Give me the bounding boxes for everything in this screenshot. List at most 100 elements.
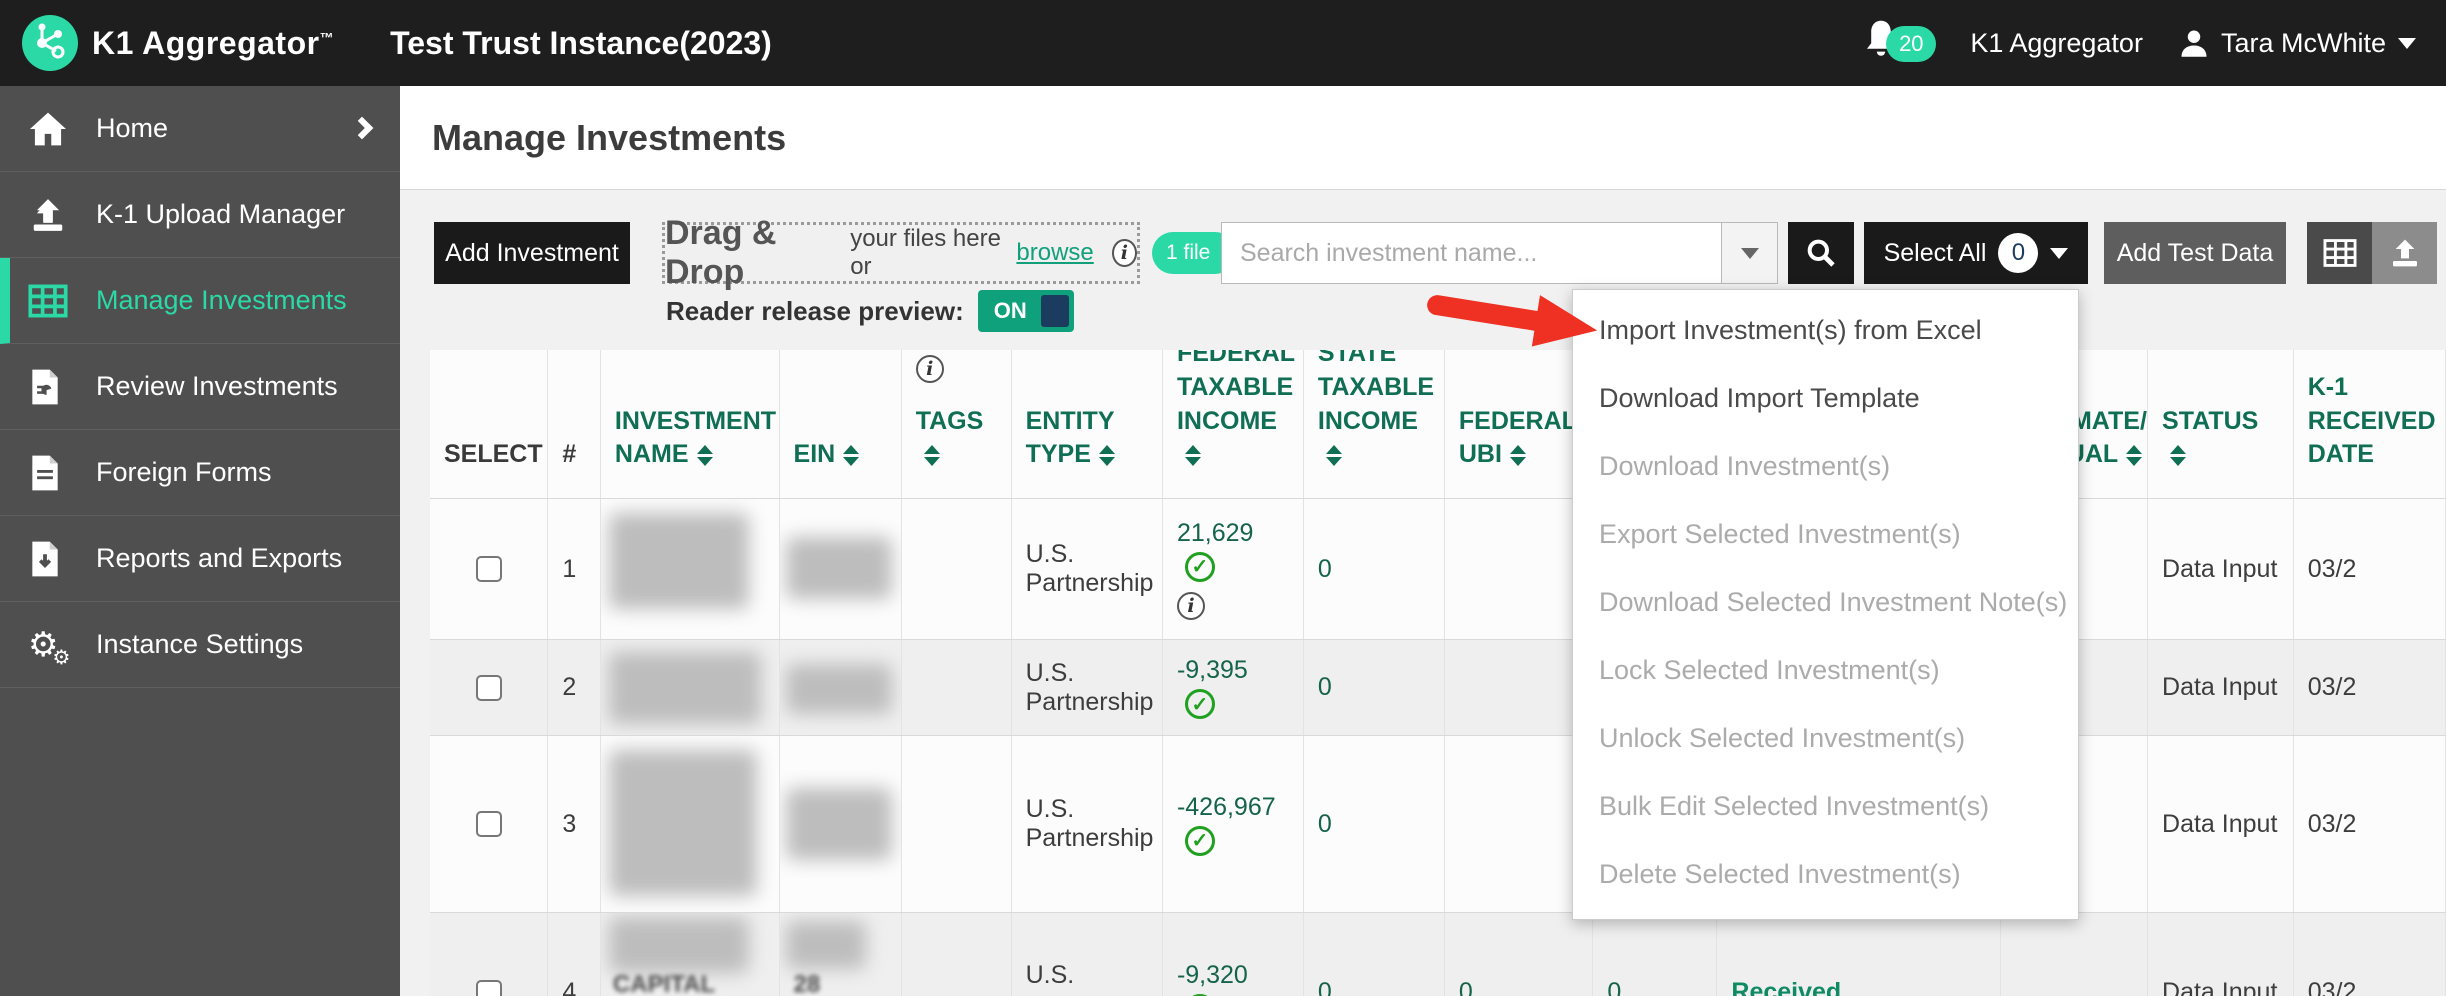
search-input[interactable] — [1222, 223, 1721, 283]
dropzone-text: your files here or — [850, 225, 1008, 281]
document-chart-icon — [28, 367, 74, 407]
info-icon[interactable]: i — [916, 355, 944, 383]
sort-icon[interactable] — [843, 445, 859, 466]
document-icon — [28, 453, 74, 493]
state-taxable-income-cell: 0 — [1304, 640, 1445, 735]
status-cell: Data Input — [2148, 736, 2294, 912]
ein-redacted: 28 — [780, 913, 902, 996]
browse-link[interactable]: browse — [1016, 239, 1093, 267]
sidebar-item-instance-settings[interactable]: ⚙⚙ Instance Settings — [0, 602, 400, 688]
status-cell: Data Input — [2148, 499, 2294, 639]
col-status[interactable]: STATUS — [2148, 350, 2294, 498]
view-toolbar — [2307, 222, 2437, 284]
federal-taxable-income-cell: -9,395✓ — [1163, 640, 1304, 735]
col-k1-received-date[interactable]: K-1 RECEIVED DATE — [2294, 350, 2446, 498]
chevron-right-icon — [351, 117, 374, 140]
entity-type-cell: U.S. — [1012, 913, 1163, 996]
sidebar-item-label: Reports and Exports — [96, 543, 342, 574]
estimate-actual-cell — [2001, 913, 2148, 996]
col-ein[interactable]: EIN — [780, 350, 902, 498]
state-taxable-income-cell: 0 — [1304, 736, 1445, 912]
table-row: 2 U.S. Partnership -9,395✓ 0 Data Input … — [430, 640, 2446, 736]
menu-item-import-from-excel[interactable]: Import Investment(s) from Excel — [1573, 296, 2078, 364]
state-taxable-income-cell: 0 — [1304, 913, 1445, 996]
sidebar-item-manage-investments[interactable]: Manage Investments — [0, 258, 400, 344]
notifications-button[interactable]: 20 — [1864, 18, 1934, 68]
sidebar-item-reports-and-exports[interactable]: Reports and Exports — [0, 516, 400, 602]
brand-logo-icon — [22, 15, 78, 71]
row-checkbox[interactable] — [476, 675, 502, 701]
ein-redacted — [780, 640, 902, 735]
topbar-right: 20 K1 Aggregator Tara McWhite — [1864, 0, 2416, 86]
sort-icon[interactable] — [1099, 445, 1115, 466]
instance-title: Test Trust Instance(2023) — [390, 25, 772, 62]
k1-date-cell: 03/2 — [2294, 499, 2446, 639]
menu-item-export-selected: Export Selected Investment(s) — [1573, 500, 2078, 568]
col-entity-type[interactable]: ENTITY TYPE — [1012, 350, 1163, 498]
sort-icon[interactable] — [2170, 445, 2186, 466]
sidebar-item-k1-upload-manager[interactable]: K-1 Upload Manager — [0, 172, 400, 258]
reader-release-toggle[interactable]: ON — [978, 290, 1074, 332]
investment-name-redacted: CAPITAL — [601, 913, 780, 996]
k1-date-cell: 03/2 — [2294, 913, 2446, 996]
row-checkbox[interactable] — [476, 556, 502, 582]
col-state-taxable-income[interactable]: STATE TAXABLE INCOME — [1304, 350, 1445, 498]
actions-dropdown-menu: Import Investment(s) from Excel Download… — [1572, 289, 2079, 920]
sidebar-item-review-investments[interactable]: Review Investments — [0, 344, 400, 430]
sort-icon[interactable] — [924, 445, 940, 466]
table-grid-icon — [2323, 238, 2357, 268]
investment-name-redacted — [601, 499, 780, 639]
search-button[interactable] — [1788, 222, 1854, 284]
app-window: K1 Aggregator™ Test Trust Instance(2023)… — [0, 0, 2446, 996]
upload-icon — [28, 195, 74, 235]
table-row: 3 U.S. Partnership -426,967✓ 0 Data Inpu… — [430, 736, 2446, 913]
investments-table: SELECT # INVESTMENT NAME EIN i TAGS ENTI… — [430, 350, 2446, 996]
sidebar-item-label: K-1 Upload Manager — [96, 199, 345, 230]
add-investment-button[interactable]: Add Investment — [434, 222, 630, 284]
row-checkbox[interactable] — [476, 980, 502, 996]
info-icon[interactable]: i — [1177, 592, 1205, 620]
col-investment-name[interactable]: INVESTMENT NAME — [601, 350, 780, 498]
tags-cell — [902, 913, 1012, 996]
sort-icon[interactable] — [1326, 445, 1342, 466]
info-icon[interactable]: i — [1112, 239, 1137, 267]
menu-item-download-investments: Download Investment(s) — [1573, 432, 2078, 500]
sort-icon[interactable] — [1510, 445, 1526, 466]
sidebar-item-foreign-forms[interactable]: Foreign Forms — [0, 430, 400, 516]
table-row: 1 U.S. Partnership 21,629✓ i 0 Data Inpu… — [430, 499, 2446, 640]
sidebar-item-home[interactable]: Home — [0, 86, 400, 172]
investment-name-redacted — [601, 640, 780, 735]
sidebar-item-label: Home — [96, 113, 168, 144]
file-dropzone[interactable]: Drag & Drop your files here or browse i — [662, 222, 1140, 284]
page-title: Manage Investments — [432, 117, 786, 159]
sort-icon[interactable] — [1185, 445, 1201, 466]
gears-icon: ⚙⚙ — [28, 625, 74, 665]
search-dropdown-toggle[interactable] — [1721, 223, 1777, 283]
tags-cell — [902, 499, 1012, 639]
federal-taxable-income-cell: -9,320✓ — [1163, 913, 1304, 996]
verified-check-icon: ✓ — [1185, 826, 1215, 856]
sidebar-item-label: Review Investments — [96, 371, 338, 402]
federal-ubi-cell: 0 — [1445, 913, 1594, 996]
status-cell: Data Input — [2148, 913, 2294, 996]
row-checkbox[interactable] — [476, 811, 502, 837]
grid-view-button[interactable] — [2307, 222, 2372, 284]
title-band: Manage Investments — [400, 86, 2446, 190]
status-cell: Data Input — [2148, 640, 2294, 735]
menu-item-download-import-template[interactable]: Download Import Template — [1573, 364, 2078, 432]
col-federal-taxable-income[interactable]: FEDERAL TAXABLE INCOME — [1163, 350, 1304, 498]
sort-icon[interactable] — [2126, 445, 2142, 466]
add-test-data-button[interactable]: Add Test Data — [2104, 222, 2286, 284]
upload-icon — [2388, 237, 2422, 269]
select-all-dropdown-button[interactable]: Select All 0 — [1864, 222, 2088, 284]
reader-release-row: Reader release preview: ON — [666, 290, 1074, 332]
upload-view-button[interactable] — [2372, 222, 2437, 284]
col-tags[interactable]: i TAGS — [902, 350, 1012, 498]
sort-icon[interactable] — [697, 445, 713, 466]
tags-cell — [902, 640, 1012, 735]
toggle-state-label: ON — [994, 298, 1027, 324]
menu-item-download-selected-notes: Download Selected Investment Note(s) — [1573, 568, 2078, 636]
select-all-label: Select All — [1884, 239, 1987, 268]
sidebar: Home K-1 Upload Manager Manage Investmen… — [0, 86, 400, 996]
user-menu[interactable]: Tara McWhite — [2179, 28, 2416, 59]
